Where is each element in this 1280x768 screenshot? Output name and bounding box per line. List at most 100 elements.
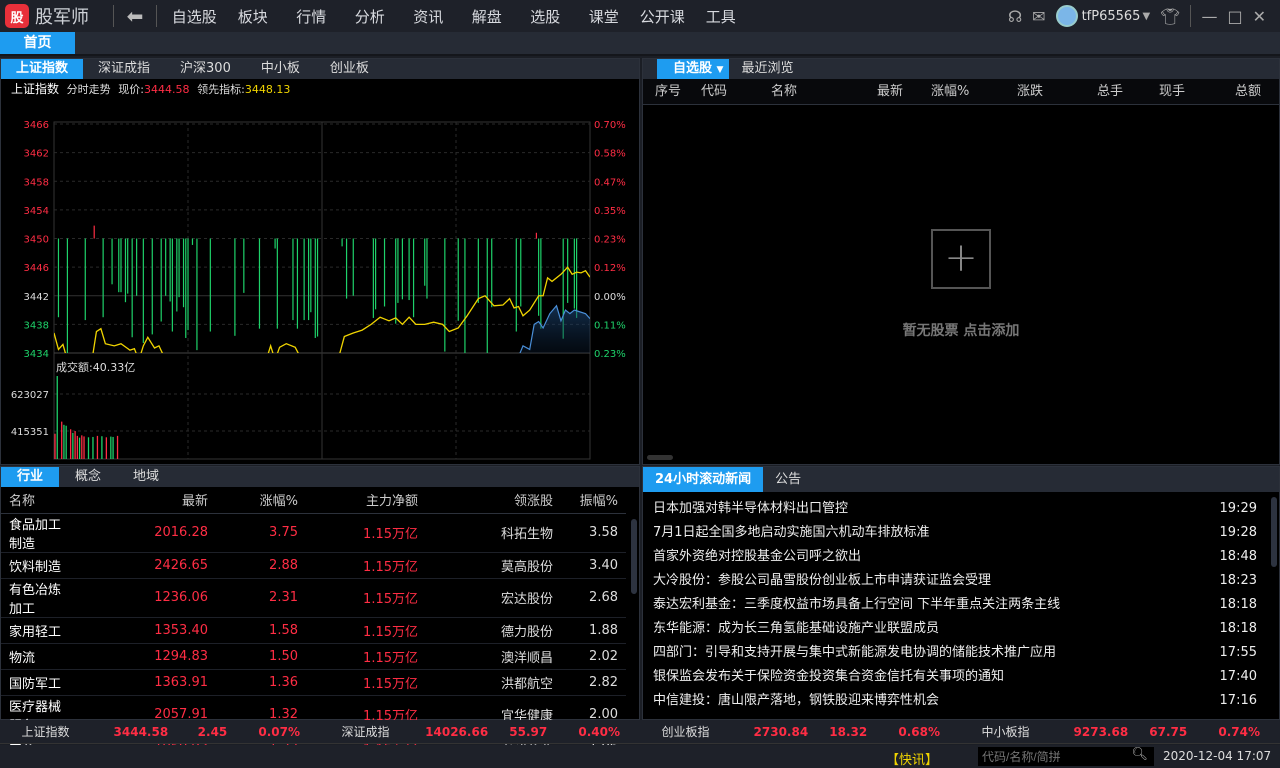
menu-item[interactable]: 自选股 [165, 6, 224, 27]
column-header[interactable]: 序号 [643, 79, 701, 104]
column-header[interactable]: 现手 [1159, 79, 1235, 104]
skin-shirt-icon[interactable]: 👕︎ [1160, 7, 1180, 26]
net-flow: 1.15万亿 [306, 669, 426, 696]
column-header[interactable]: 主力净额 [306, 487, 426, 514]
index-name[interactable]: 上证指数 [0, 723, 91, 740]
stock-search-box[interactable]: 🔍︎ [978, 747, 1154, 766]
amplitude: 2.02 [561, 643, 626, 670]
news-item[interactable]: 日本加强对韩半导体材料出口管控 19:29 [643, 497, 1269, 521]
news-item[interactable]: 泰达宏利基金：三季度权益市场具备上行空间 下半年重点关注两条主线 18:18 [643, 593, 1269, 617]
table-row[interactable]: 家用轻工 1353.40 1.58 1.15万亿 德力股份 1.88 [1, 617, 626, 644]
column-header[interactable]: 领涨股 [426, 487, 561, 514]
index-change-pct: 0.07% [258, 724, 300, 739]
column-header[interactable]: 振幅% [561, 487, 626, 514]
y-tick-label: 3454 [24, 206, 49, 217]
menu-item[interactable]: 资讯 [399, 6, 458, 27]
news-item[interactable]: 大冷股份：参股公司晶雪股份创业板上市申请获证监会受理 18:23 [643, 569, 1269, 593]
add-stock-button[interactable]: + [931, 229, 991, 289]
column-header[interactable]: 最新 [877, 79, 931, 104]
app-name: 股军师 [35, 7, 89, 28]
news-item[interactable]: 四部门：引导和支持开展与集中式新能源发电协调的储能技术推广应用 17:55 [643, 641, 1269, 665]
close-icon[interactable]: ✕ [1253, 7, 1266, 26]
tab-label: 自选股 [673, 61, 713, 76]
tab-index[interactable]: 深证成指 [83, 59, 165, 79]
tab-index[interactable]: 沪深300 [165, 59, 246, 79]
tab-home[interactable]: 首页 [0, 32, 75, 54]
news-item[interactable]: 东华能源：成为长三角氢能基础设施产业联盟成员 18:18 [643, 617, 1269, 641]
vertical-scrollbar[interactable] [631, 519, 637, 594]
watchlist-panel: 自选股 ▼ 最近浏览 序号 代码 名称 最新 涨幅% 涨跌 总手 现手 总额 + 暂无股票 点击… [642, 58, 1280, 465]
y-tick-label: 3450 [24, 235, 49, 246]
column-header[interactable]: 涨跌 [1017, 79, 1097, 104]
latest: 1353.40 [76, 617, 216, 644]
search-icon[interactable]: 🔍︎ [1131, 747, 1148, 762]
news-item[interactable]: 首家外资绝对控股基金公司呼之欲出 18:48 [643, 545, 1269, 569]
vertical-scrollbar[interactable] [1271, 497, 1277, 567]
lead-label: 领先指标: [197, 83, 245, 96]
table-row[interactable]: 食品加工制造 2016.28 3.75 1.15万亿 科拓生物 3.58 [1, 513, 626, 553]
chevron-down-icon[interactable]: ▼ [1142, 11, 1150, 22]
tab-watchlist[interactable]: 自选股 ▼ [657, 59, 730, 79]
headset-icon[interactable]: ☊ [1008, 7, 1022, 26]
maximize-icon[interactable]: □ [1227, 7, 1242, 26]
menu-item[interactable]: 板块 [224, 6, 283, 27]
tab-index[interactable]: 中小板 [246, 59, 315, 79]
column-header[interactable]: 涨幅% [931, 79, 1017, 104]
tab-sector[interactable]: 行业 [1, 467, 60, 487]
table-row[interactable]: 有色冶炼加工 1236.06 2.31 1.15万亿 宏达股份 2.68 [1, 578, 626, 618]
sector-panel: 行业 概念 地域 名称 最新 涨幅% 主力净额 领涨股 振幅% 食品加工制造 2016.28 3.… [0, 466, 640, 761]
news-item[interactable]: 银保监会发布关于保险资金投资集合资金信托有关事项的通知 17:40 [643, 665, 1269, 689]
intraday-chart[interactable]: 3466 0.70% 3462 0.58% 3458 0.47% 3454 0.35% 3450… [1, 97, 639, 464]
tab-news[interactable]: 24小时滚动新闻 [643, 467, 764, 492]
column-header[interactable]: 总额 [1235, 79, 1275, 104]
menu-item[interactable]: 课堂 [575, 6, 634, 27]
tab-index[interactable]: 上证指数 [1, 59, 84, 79]
back-arrow-icon[interactable]: ⬅ [122, 4, 148, 28]
avatar[interactable] [1055, 5, 1078, 27]
table-row[interactable]: 国防军工 1363.91 1.36 1.15万亿 洪都航空 2.82 [1, 669, 626, 696]
column-header[interactable]: 代码 [701, 79, 771, 104]
tab-recent[interactable]: 最近浏览 [729, 59, 805, 79]
news-item[interactable]: 7月1日起全国多地启动实施国六机动车排放标准 19:28 [643, 521, 1269, 545]
news-item[interactable]: 中信建投：唐山限产落地，钢铁股迎来博弈性机会 17:16 [643, 689, 1269, 713]
horizontal-scrollbar[interactable] [647, 455, 673, 460]
menu-item[interactable]: 分析 [341, 6, 400, 27]
y-tick-right-label: 0.00% [594, 292, 626, 303]
menu-item[interactable]: 选股 [516, 6, 575, 27]
table-row[interactable]: 物流 1294.83 1.50 1.15万亿 澳洋顺昌 2.02 [1, 643, 626, 670]
news-title: 泰达宏利基金：三季度权益市场具备上行空间 下半年重点关注两条主线 [653, 597, 1061, 612]
menu-item[interactable]: 公开课 [633, 6, 692, 27]
watchlist-header: 序号 代码 名称 最新 涨幅% 涨跌 总手 现手 总额 [643, 79, 1279, 105]
news-time: 19:28 [1219, 525, 1257, 540]
table-row[interactable]: 饮料制造 2426.65 2.88 1.15万亿 莫高股份 3.40 [1, 552, 626, 579]
column-header[interactable]: 涨幅% [216, 487, 306, 514]
mail-icon[interactable]: ✉ [1032, 7, 1045, 26]
index-change-pct: 0.74% [1218, 724, 1260, 739]
menu-item[interactable]: 解盘 [458, 6, 517, 27]
index-name[interactable]: 中小板指 [960, 723, 1051, 740]
search-input[interactable] [978, 747, 1128, 766]
y-tick-right-label: 0.11% [594, 320, 626, 331]
column-header[interactable]: 名称 [1, 487, 76, 514]
tab-news[interactable]: 公告 [763, 467, 813, 492]
tab-index[interactable]: 创业板 [315, 59, 384, 79]
tab-sector[interactable]: 概念 [59, 467, 117, 487]
minimize-icon[interactable]: — [1201, 7, 1217, 26]
column-header[interactable]: 总手 [1097, 79, 1159, 104]
leading-stock: 洪都航空 [426, 669, 561, 696]
menu-item[interactable]: 工具 [692, 6, 751, 27]
leading-stock: 德力股份 [426, 617, 561, 644]
sector-name: 物流 [1, 643, 76, 670]
chart-index-name: 上证指数 [11, 82, 60, 96]
column-header[interactable]: 最新 [76, 487, 216, 514]
flash-news[interactable]: 【快讯】花 [886, 749, 932, 768]
tab-sector[interactable]: 地域 [117, 467, 175, 487]
column-header[interactable]: 名称 [771, 79, 877, 104]
menu-item[interactable]: 行情 [282, 6, 341, 27]
empty-watchlist-text[interactable]: 暂无股票 点击添加 [643, 320, 1279, 340]
index-price: 2730.84 [753, 724, 809, 739]
username[interactable]: tfP65565 [1082, 9, 1141, 24]
index-name[interactable]: 深证成指 [320, 723, 411, 740]
index-name[interactable]: 创业板指 [640, 723, 731, 740]
index-change: 18.32 [829, 724, 868, 739]
